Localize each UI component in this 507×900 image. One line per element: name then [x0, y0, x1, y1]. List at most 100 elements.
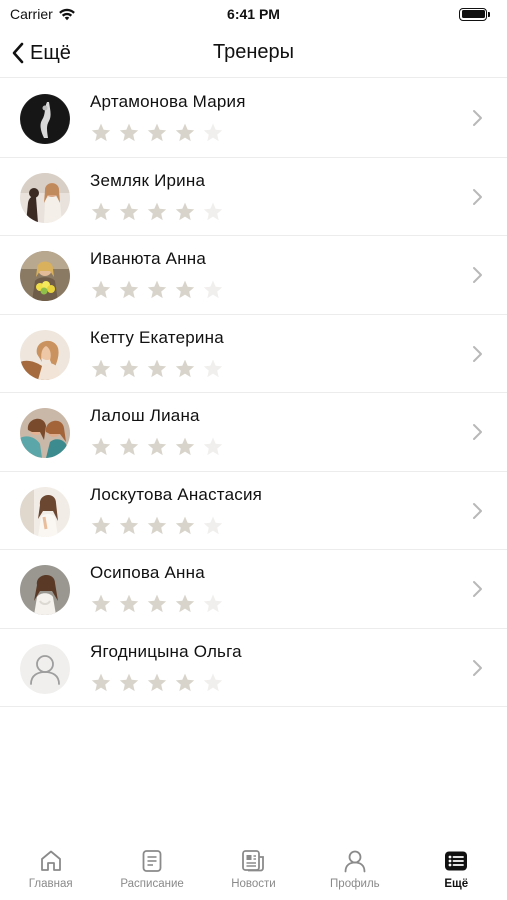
- star-filled-icon: [175, 516, 195, 534]
- star-filled-icon: [91, 437, 111, 456]
- star-filled-icon: [175, 280, 195, 299]
- tab-label: Расписание: [120, 878, 184, 890]
- star-filled-icon: [91, 280, 111, 299]
- chevron-right-icon: [473, 267, 482, 283]
- star-filled-icon: [119, 516, 139, 534]
- star-rating: [90, 672, 224, 694]
- trainer-row[interactable]: Иванюта Анна: [0, 236, 507, 315]
- trainer-row[interactable]: Лоскутова Анастасия: [0, 472, 507, 550]
- chevron-right-icon: [473, 424, 482, 440]
- chevron-right-icon: [473, 188, 482, 205]
- trainer-row[interactable]: Осипова Анна: [0, 550, 507, 629]
- star-empty-icon: [203, 123, 223, 142]
- schedule-icon: [142, 850, 162, 872]
- chevron-right-icon: [473, 659, 482, 676]
- star-filled-icon: [175, 123, 195, 142]
- trainer-row[interactable]: Земляк Ирина: [0, 158, 507, 236]
- star-filled-icon: [119, 673, 139, 691]
- star-rating: [90, 593, 224, 615]
- star-rating: [90, 436, 224, 458]
- wifi-icon: [58, 8, 75, 21]
- trainer-name: Осипова Анна: [90, 563, 205, 582]
- tab-label: Главная: [28, 878, 73, 890]
- star-rating: [90, 122, 224, 144]
- page-title: Тренеры: [212, 41, 294, 63]
- star-empty-icon: [203, 673, 223, 691]
- trainer-name: Лоскутова Анастасия: [90, 484, 263, 504]
- star-filled-icon: [147, 280, 167, 299]
- star-filled-icon: [147, 359, 167, 377]
- more-list-icon: [445, 851, 468, 871]
- avatar: [20, 329, 70, 380]
- star-filled-icon: [119, 202, 139, 220]
- profile-icon: [344, 850, 366, 873]
- tab-bar: Главная Расписание Новости Профиль Ещё: [0, 840, 507, 900]
- navigation-bar: Ещё Тренеры: [0, 28, 507, 78]
- trainer-row[interactable]: Кетту Екатерина: [0, 315, 507, 393]
- star-filled-icon: [119, 280, 139, 299]
- star-empty-icon: [203, 516, 223, 534]
- tab-label: Ещё: [444, 878, 469, 890]
- tab-more[interactable]: Ещё: [406, 848, 506, 890]
- avatar: [20, 486, 70, 537]
- trainer-name: Земляк Ирина: [90, 170, 206, 190]
- star-filled-icon: [175, 437, 195, 456]
- star-filled-icon: [147, 516, 167, 534]
- star-filled-icon: [119, 594, 139, 613]
- star-rating: [90, 358, 224, 380]
- chevron-right-icon: [473, 581, 482, 597]
- star-rating: [90, 515, 224, 537]
- news-icon: [242, 850, 265, 872]
- star-filled-icon: [175, 202, 195, 220]
- tab-schedule[interactable]: Расписание: [102, 848, 202, 890]
- tab-profile[interactable]: Профиль: [305, 848, 405, 890]
- star-empty-icon: [203, 280, 223, 299]
- star-filled-icon: [147, 123, 167, 142]
- back-label: Ещё: [30, 41, 71, 64]
- avatar: [20, 643, 70, 694]
- star-filled-icon: [147, 437, 167, 456]
- trainer-name: Кетту Екатерина: [90, 327, 224, 347]
- home-icon: [40, 850, 61, 871]
- status-left: Carrier: [10, 6, 76, 22]
- star-filled-icon: [91, 594, 111, 613]
- avatar: [20, 251, 70, 301]
- star-empty-icon: [203, 202, 223, 220]
- trainer-name: Лалош Лиана: [90, 406, 200, 425]
- trainer-row[interactable]: Ягодницына Ольга: [0, 629, 507, 707]
- star-empty-icon: [203, 594, 223, 613]
- star-rating: [90, 201, 224, 223]
- tab-label: Профиль: [330, 878, 380, 890]
- screen: Carrier 6:41 PM Ещё Тренеры Артамонова М…: [0, 0, 507, 900]
- battery-icon: [459, 7, 490, 21]
- trainer-name: Ягодницына Ольга: [90, 641, 242, 661]
- avatar: [20, 408, 70, 458]
- star-filled-icon: [91, 516, 111, 534]
- star-filled-icon: [119, 359, 139, 377]
- chevron-left-icon: [12, 42, 24, 64]
- star-filled-icon: [175, 673, 195, 691]
- star-filled-icon: [147, 673, 167, 691]
- star-rating: [90, 279, 224, 301]
- trainer-row[interactable]: Лалош Лиана: [0, 393, 507, 472]
- avatar: [20, 565, 70, 615]
- chevron-right-icon: [473, 345, 482, 362]
- tab-news[interactable]: Новости: [203, 848, 303, 890]
- star-filled-icon: [175, 359, 195, 377]
- trainer-row[interactable]: Артамонова Мария: [0, 79, 507, 158]
- star-empty-icon: [203, 437, 223, 456]
- back-button[interactable]: Ещё: [10, 36, 71, 70]
- star-filled-icon: [119, 123, 139, 142]
- chevron-right-icon: [473, 502, 482, 519]
- trainer-name: Артамонова Мария: [90, 92, 246, 111]
- carrier-label: Carrier: [10, 6, 53, 22]
- star-filled-icon: [119, 437, 139, 456]
- star-filled-icon: [175, 594, 195, 613]
- status-time: 6:41 PM: [227, 6, 280, 22]
- tab-label: Новости: [231, 878, 276, 890]
- tab-home[interactable]: Главная: [1, 848, 101, 890]
- chevron-right-icon: [473, 110, 482, 126]
- star-filled-icon: [147, 202, 167, 220]
- status-bar: Carrier 6:41 PM: [0, 0, 507, 28]
- star-filled-icon: [91, 202, 111, 220]
